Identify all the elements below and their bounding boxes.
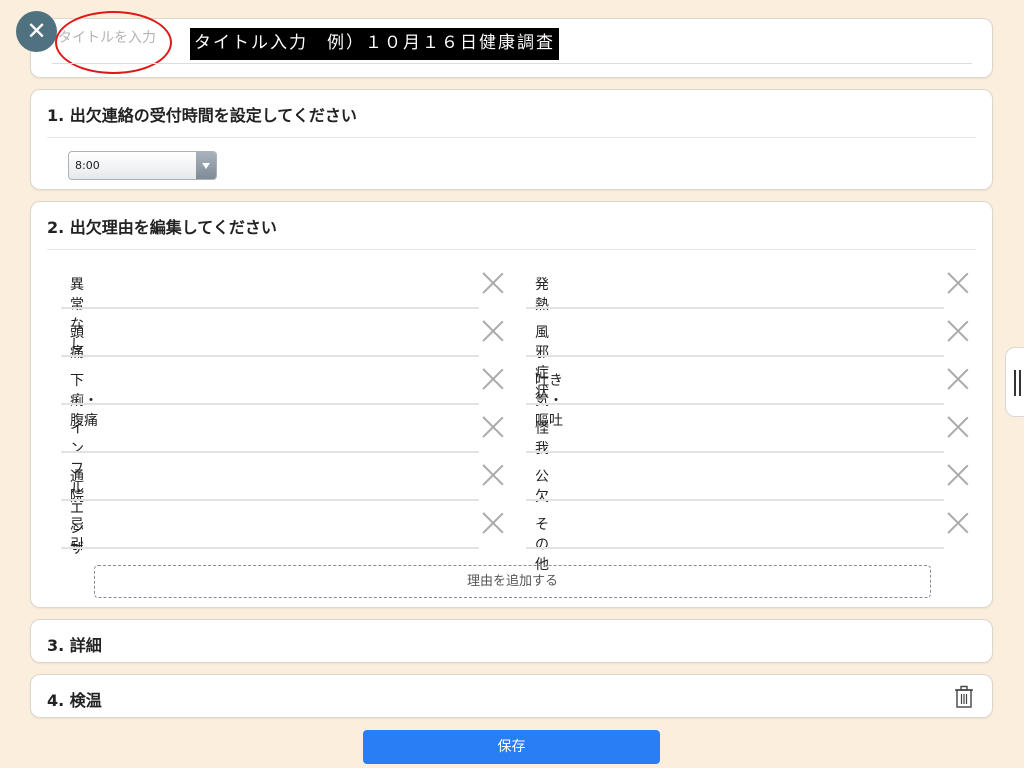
reason-underline xyxy=(61,547,479,549)
section-title: 2. 出欠理由を編集してください xyxy=(47,218,277,237)
title-underline xyxy=(52,63,972,64)
section-title: 1. 出欠連絡の受付時間を設定してください xyxy=(47,106,357,125)
close-icon: ✕ xyxy=(26,17,47,45)
close-icon[interactable] xyxy=(481,319,505,343)
reason-underline xyxy=(526,355,944,357)
reason-underline xyxy=(526,403,944,405)
reason-underline xyxy=(526,451,944,453)
close-icon[interactable] xyxy=(946,319,970,343)
reason-underline xyxy=(61,403,479,405)
add-reason-button[interactable]: 理由を追加する xyxy=(94,565,931,598)
title-input[interactable] xyxy=(58,30,178,46)
close-icon[interactable] xyxy=(946,271,970,295)
close-icon[interactable] xyxy=(946,367,970,391)
section-title: 4. 検温 xyxy=(47,691,102,710)
close-icon[interactable] xyxy=(481,463,505,487)
drag-handle-icon xyxy=(1014,370,1016,396)
trash-icon[interactable] xyxy=(954,685,974,709)
reason-underline xyxy=(526,499,944,501)
reason-underline xyxy=(61,451,479,453)
section-details[interactable]: 3. 詳細 xyxy=(30,619,993,663)
divider xyxy=(47,137,976,138)
close-button[interactable]: ✕ xyxy=(16,11,57,52)
close-icon[interactable] xyxy=(481,271,505,295)
reason-underline xyxy=(61,307,479,309)
section-reception-time: 1. 出欠連絡の受付時間を設定してください 8:00 xyxy=(30,89,993,190)
reason-underline xyxy=(526,307,944,309)
reason-underline xyxy=(61,355,479,357)
reason-underline xyxy=(526,547,944,549)
close-icon[interactable] xyxy=(946,415,970,439)
close-icon[interactable] xyxy=(481,415,505,439)
reason-underline xyxy=(61,499,479,501)
close-icon[interactable] xyxy=(481,511,505,535)
save-button[interactable]: 保存 xyxy=(363,730,660,764)
divider xyxy=(47,249,976,250)
close-icon[interactable] xyxy=(946,511,970,535)
section-temperature[interactable]: 4. 検温 xyxy=(30,674,993,718)
drag-handle[interactable] xyxy=(1005,347,1024,417)
title-hint: タイトル入力 例）１０月１６日健康調査 xyxy=(190,28,559,60)
time-select[interactable]: 8:00 xyxy=(68,151,217,180)
chevron-down-icon xyxy=(196,152,216,179)
time-select-value: 8:00 xyxy=(75,159,100,172)
close-icon[interactable] xyxy=(946,463,970,487)
close-icon[interactable] xyxy=(481,367,505,391)
section-title: 3. 詳細 xyxy=(47,636,102,655)
section-absence-reasons: 2. 出欠理由を編集してください 異常なし 頭痛 下痢・腹痛 インフルエンザ 通… xyxy=(30,201,993,608)
drag-handle-bar xyxy=(1019,370,1021,396)
